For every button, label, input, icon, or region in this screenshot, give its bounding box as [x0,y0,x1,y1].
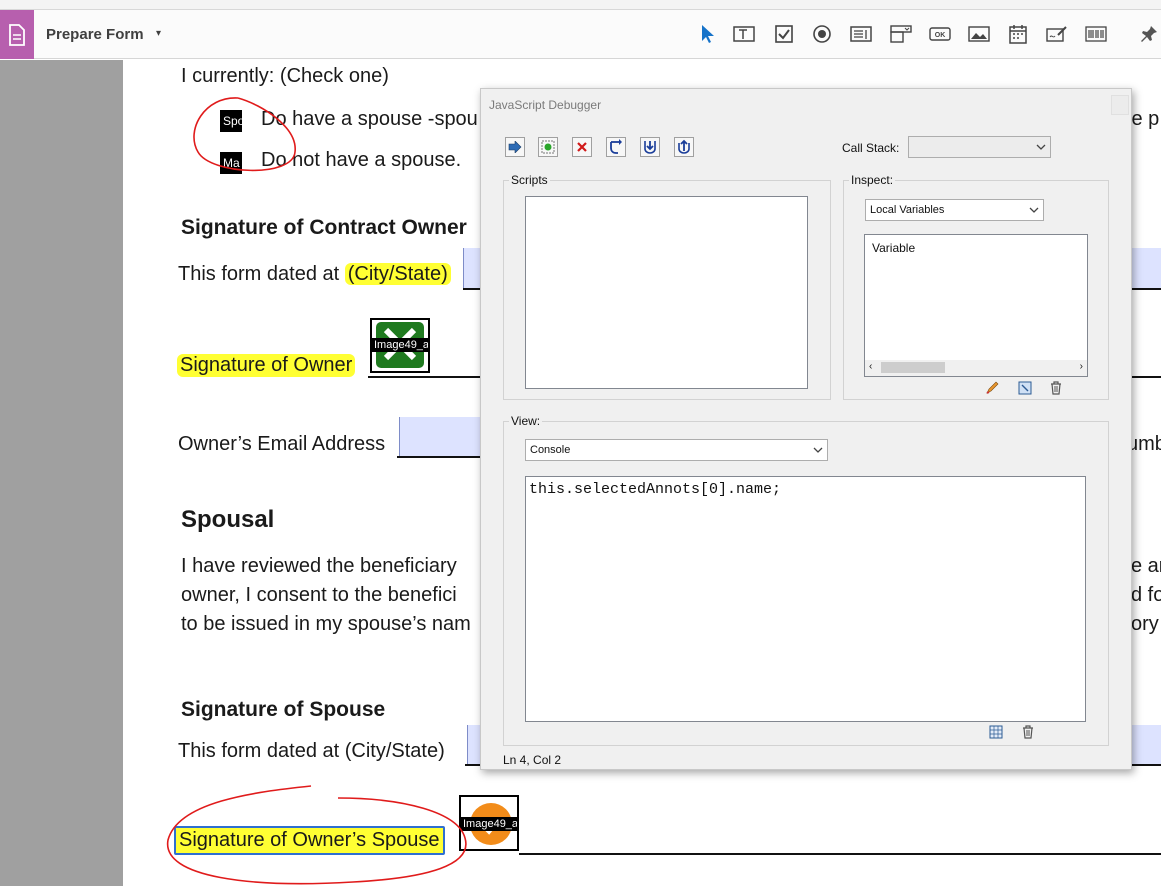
inspect-label: Inspect: [849,173,896,187]
inspect-select-value: Local Variables [870,204,945,216]
inspect-dropdown[interactable]: Local Variables [865,199,1044,221]
scroll-left-icon[interactable]: ‹ [869,361,872,372]
select-arrow-icon[interactable] [696,23,718,45]
step-into-icon[interactable] [640,137,660,157]
chevron-down-icon[interactable]: ▾ [156,28,161,39]
clear-icon[interactable] [572,137,592,157]
date-field-icon[interactable] [1007,23,1029,45]
list-box-icon[interactable] [850,23,872,45]
radio-button-icon[interactable] [811,23,833,45]
variables-list[interactable]: Variable ‹ › [864,234,1088,377]
image-icon[interactable] [968,23,990,45]
scripts-label: Scripts [509,173,550,187]
horizontal-scrollbar[interactable]: ‹ › [865,360,1087,376]
scroll-right-icon[interactable]: › [1080,361,1083,372]
console-text: this.selectedAnnots[0].name; [529,481,782,498]
barcode-icon[interactable] [1085,23,1107,45]
scripts-list[interactable] [525,196,808,389]
view-dropdown[interactable]: Console [525,439,828,461]
step-out-icon[interactable] [674,137,694,157]
digital-signature-icon[interactable] [1046,23,1068,45]
console-textarea[interactable]: this.selectedAnnots[0].name; [525,476,1086,722]
resume-icon[interactable] [505,137,525,157]
close-button[interactable] [1111,95,1129,115]
variable-column-header: Variable [872,241,916,255]
prepare-form-toolbar: Prepare Form ▾ OK [0,10,1161,59]
dropdown-icon[interactable] [890,23,912,45]
dialog-title: JavaScript Debugger [489,98,602,112]
clear-console-trash-icon[interactable] [1019,724,1037,740]
pin-icon[interactable] [1138,23,1160,45]
button-icon[interactable]: OK [929,23,951,45]
step-over-icon[interactable] [606,137,626,157]
grid-icon[interactable] [987,724,1005,740]
prepare-form-icon[interactable] [0,10,34,59]
call-stack-label: Call Stack: [842,141,900,155]
checkbox-icon[interactable] [773,23,795,45]
svg-text:OK: OK [935,32,946,39]
left-navigation-pane [0,60,123,886]
chevron-down-icon [1025,200,1043,220]
call-stack-dropdown[interactable] [908,136,1051,158]
chevron-down-icon [1032,137,1050,157]
text-field-icon[interactable] [733,23,755,45]
javascript-debugger-dialog: JavaScript Debugger Call Stack: Scripts … [480,88,1132,770]
trash-icon[interactable] [1047,380,1065,396]
tool-name[interactable]: Prepare Form [46,26,144,43]
edit-icon[interactable] [984,380,1002,396]
watch-icon[interactable] [1016,380,1034,396]
scrollbar-thumb[interactable] [881,362,945,373]
window-top-strip [0,0,1161,10]
breakpoint-icon[interactable] [538,137,558,157]
chevron-down-icon [809,440,827,460]
view-select-value: Console [530,444,571,456]
view-label: View: [509,414,543,428]
status-line-col: Ln 4, Col 2 [503,753,562,767]
